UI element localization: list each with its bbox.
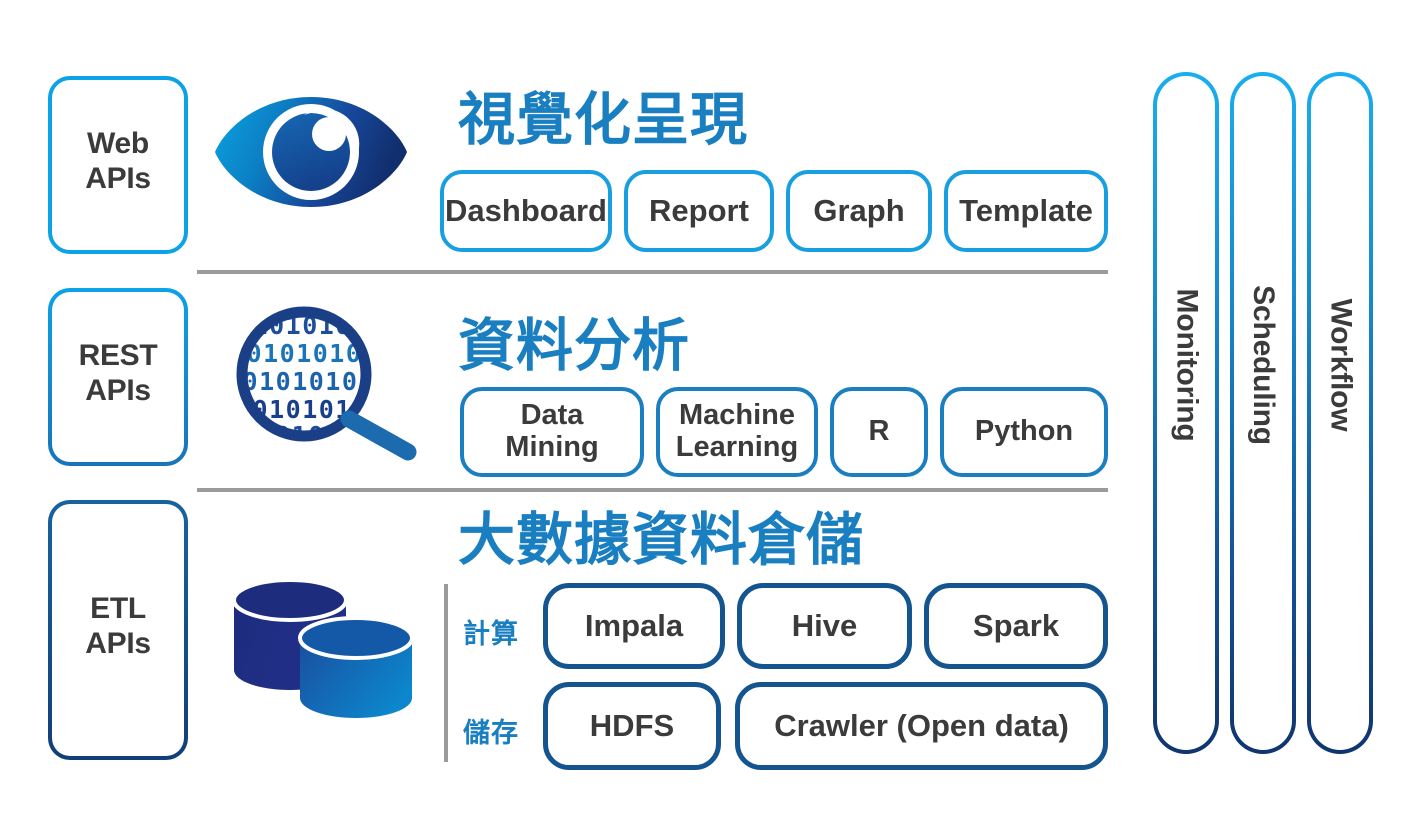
layer-title-analytics: 資料分析 [458, 313, 690, 379]
api-rest-line2: APIs [85, 374, 151, 407]
pill-crawler[interactable]: Crawler (Open data) [735, 682, 1108, 770]
side-column-scheduling-label: Scheduling [1247, 285, 1280, 445]
side-column-workflow[interactable]: Workflow [1307, 72, 1373, 754]
pill-crawler-label: Crawler (Open data) [774, 707, 1069, 743]
layer-title-visualization: 視覺化呈現 [458, 87, 748, 153]
pill-report-label: Report [649, 192, 749, 228]
api-box-etl[interactable]: ETL APIs [48, 500, 188, 760]
pill-data-mining-label: Data Mining [505, 399, 599, 464]
pill-data-mining-line1: Data [520, 399, 584, 432]
layer-divider-2 [197, 488, 1108, 492]
pill-machine-learning[interactable]: Machine Learning [656, 387, 818, 477]
api-etl-line1: ETL [90, 591, 146, 625]
api-box-rest-label: REST APIs [79, 338, 158, 409]
pill-r-label: R [868, 415, 890, 448]
pill-graph[interactable]: Graph [786, 170, 932, 252]
api-etl-line2: APIs [85, 627, 151, 660]
svg-text:10101010101: 10101010101 [230, 339, 412, 368]
warehouse-group-label-storage: 儲存 [463, 718, 519, 749]
pill-data-mining-line2: Mining [505, 431, 599, 463]
pill-data-mining[interactable]: Data Mining [460, 387, 644, 477]
side-column-monitoring[interactable]: Monitoring [1153, 72, 1219, 754]
pill-hdfs-label: HDFS [589, 707, 675, 743]
api-box-web[interactable]: Web APIs [48, 76, 188, 254]
api-web-line2: APIs [85, 162, 151, 195]
eye-icon [212, 94, 410, 210]
database-cylinders-icon [222, 572, 424, 722]
side-column-workflow-label: Workflow [1324, 298, 1357, 432]
svg-text:101010101010: 101010101010 [226, 367, 422, 396]
pill-hive[interactable]: Hive [737, 583, 912, 669]
api-rest-line1: REST [78, 338, 158, 372]
api-web-line1: Web [87, 126, 149, 160]
pill-template[interactable]: Template [944, 170, 1108, 252]
pill-machine-learning-line1: Machine [678, 399, 796, 432]
pill-python-label: Python [974, 415, 1074, 448]
pill-python[interactable]: Python [940, 387, 1108, 477]
pill-machine-learning-line2: Learning [675, 431, 799, 463]
magnifying-glass-binary-icon: 010101010101 10101010101 101010101010 00… [222, 302, 422, 462]
pill-impala-label: Impala [584, 607, 684, 643]
warehouse-group-divider [444, 584, 448, 762]
pill-impala[interactable]: Impala [543, 583, 725, 669]
warehouse-group-label-compute: 計算 [463, 619, 519, 650]
pill-r[interactable]: R [830, 387, 928, 477]
pill-report[interactable]: Report [624, 170, 774, 252]
pill-hdfs[interactable]: HDFS [543, 682, 721, 770]
pill-graph-label: Graph [813, 192, 905, 228]
diagram-canvas: Web APIs REST APIs ETL APIs 010101010101… [0, 0, 1416, 816]
side-column-scheduling[interactable]: Scheduling [1230, 72, 1296, 754]
pill-machine-learning-label: Machine Learning [675, 399, 799, 464]
side-column-monitoring-label: Monitoring [1170, 288, 1204, 442]
pill-dashboard-label: Dashboard [445, 192, 607, 228]
layer-title-warehouse: 大數據資料倉儲 [458, 507, 864, 573]
layer-divider-1 [197, 270, 1108, 274]
pill-dashboard[interactable]: Dashboard [440, 170, 612, 252]
api-box-web-label: Web APIs [85, 126, 151, 197]
pill-template-label: Template [959, 192, 1093, 228]
pill-spark[interactable]: Spark [924, 583, 1108, 669]
api-box-etl-label: ETL APIs [85, 591, 151, 662]
pill-spark-label: Spark [972, 607, 1060, 643]
pill-hive-label: Hive [791, 607, 858, 643]
api-box-rest[interactable]: REST APIs [48, 288, 188, 466]
